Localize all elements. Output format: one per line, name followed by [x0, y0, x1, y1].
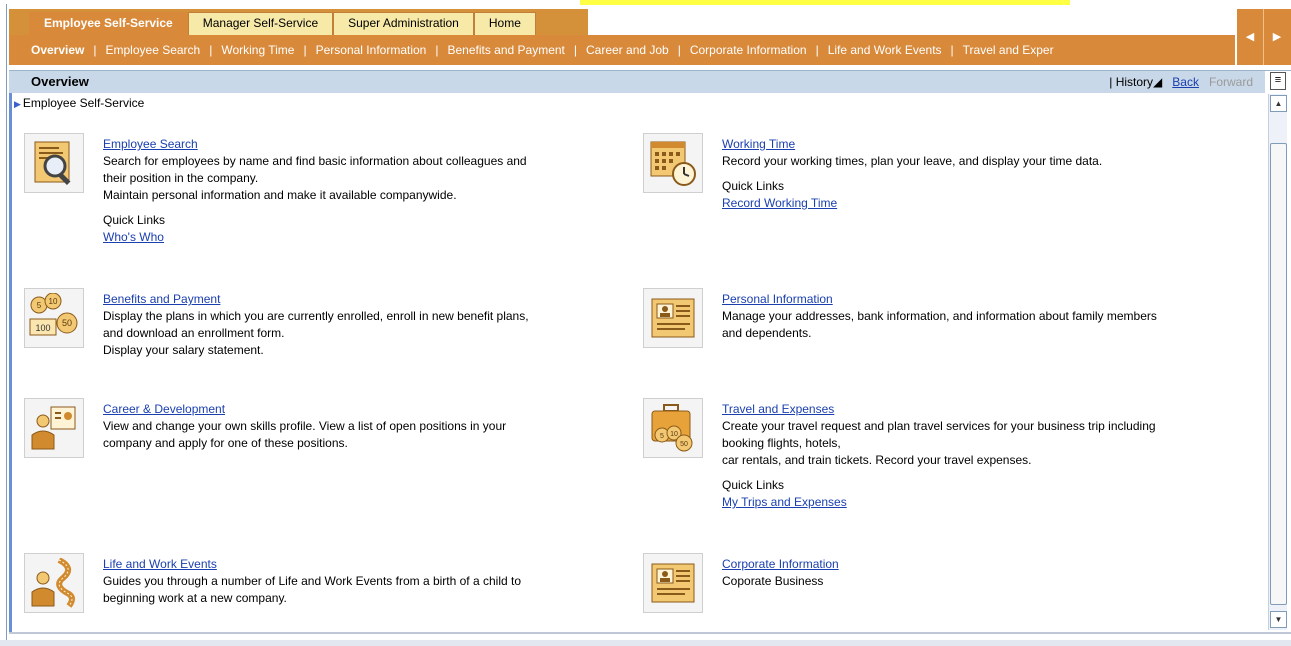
tab-super-administration[interactable]: Super Administration — [333, 12, 474, 35]
personal-information-link[interactable]: Personal Information — [722, 291, 1242, 308]
breadcrumb-label: Employee Self-Service — [22, 96, 145, 110]
subnav-working-time[interactable]: Working Time — [221, 43, 294, 57]
career-and-development-description: View and change your own skills profile.… — [103, 419, 507, 450]
travel-and-expenses-description: Create your travel request and plan trav… — [722, 419, 1156, 467]
benefits-and-payment-description: Display the plans in which you are curre… — [103, 309, 529, 357]
page-menu-icon[interactable]: ≡ — [1270, 72, 1286, 90]
expand-triangle-icon[interactable]: ▶ — [14, 99, 21, 109]
life-and-work-events-description: Guides you through a number of Life and … — [103, 574, 522, 605]
top-level-nav: Employee Self-Service Manager Self-Servi… — [9, 9, 1235, 35]
corporate-information-description: Coporate Business — [722, 574, 824, 588]
employee-search-description: Search for employees by name and find ba… — [103, 154, 527, 202]
svg-text:100: 100 — [35, 323, 50, 333]
subnav-life-and-work-events[interactable]: Life and Work Events — [828, 43, 942, 57]
employee-search-link[interactable]: Employee Search — [103, 136, 623, 153]
breadcrumb: ▶ Employee Self-Service — [14, 96, 144, 110]
history-label: History — [1115, 75, 1154, 89]
left-stripe — [9, 93, 12, 633]
history-dropdown[interactable]: History◢ — [1116, 75, 1163, 89]
whos-who-link[interactable]: Who's Who — [103, 229, 623, 246]
life-and-work-events-link[interactable]: Life and Work Events — [103, 556, 623, 573]
nav-scroll-arrows: ◀ ▶ — [1237, 9, 1291, 65]
quick-links-label: Quick Links — [722, 478, 785, 492]
separator: | — [303, 43, 307, 57]
vertical-scrollbar[interactable]: ▲ ▼ — [1268, 94, 1287, 630]
page-header-bar: Overview | History◢ Back Forward — [9, 71, 1265, 93]
forward-link: Forward — [1208, 75, 1253, 89]
dropdown-corner-icon: ◢ — [1153, 75, 1163, 89]
personal-information-description: Manage your addresses, bank information,… — [722, 309, 1157, 340]
id-card-icon[interactable] — [643, 288, 703, 348]
subnav-personal-information[interactable]: Personal Information — [316, 43, 427, 57]
subnav-travel-and-expenses[interactable]: Travel and Exper — [963, 43, 1054, 57]
tab-home[interactable]: Home — [473, 12, 536, 35]
person-certificate-icon[interactable] — [24, 398, 84, 458]
record-working-time-link[interactable]: Record Working Time — [722, 195, 1242, 212]
scroll-left-icon[interactable]: ◀ — [1237, 9, 1264, 65]
divider — [9, 632, 1291, 634]
separator: | — [677, 43, 681, 57]
scroll-up-icon[interactable]: ▲ — [1270, 95, 1287, 112]
scroll-right-icon[interactable]: ▶ — [1264, 9, 1290, 65]
detailed-nav: Overview | Employee Search | Working Time | Pe… — [9, 35, 1235, 65]
suitcase-icon[interactable]: 5 10 50 — [643, 398, 703, 458]
back-link[interactable]: Back — [1172, 75, 1199, 89]
svg-text:50: 50 — [62, 318, 72, 328]
subnav-overview[interactable]: Overview — [31, 43, 84, 57]
benefits-and-payment-link[interactable]: Benefits and Payment — [103, 291, 623, 308]
status-strip — [0, 640, 1291, 646]
subnav-career-and-job[interactable]: Career and Job — [586, 43, 669, 57]
subnav-benefits-and-payment[interactable]: Benefits and Payment — [447, 43, 564, 57]
svg-text:5: 5 — [37, 301, 42, 310]
quick-links-label: Quick Links — [103, 213, 166, 227]
svg-text:50: 50 — [680, 441, 688, 448]
travel-and-expenses-link[interactable]: Travel and Expenses — [722, 401, 1242, 418]
coins-icon[interactable]: 5 10 100 50 — [24, 288, 84, 348]
separator: | — [815, 43, 819, 57]
subnav-employee-search[interactable]: Employee Search — [106, 43, 201, 57]
scrollbar-thumb[interactable] — [1270, 143, 1287, 605]
history-nav: | History◢ Back Forward — [1109, 75, 1253, 89]
separator: | — [209, 43, 213, 57]
separator: | — [93, 43, 97, 57]
calendar-clock-icon[interactable] — [643, 133, 703, 193]
scroll-down-icon[interactable]: ▼ — [1270, 611, 1287, 628]
separator: | — [435, 43, 439, 57]
working-time-link[interactable]: Working Time — [722, 136, 1242, 153]
career-and-development-link[interactable]: Career & Development — [103, 401, 623, 418]
svg-text:10: 10 — [49, 297, 58, 306]
separator: | — [950, 43, 954, 57]
subnav-corporate-information[interactable]: Corporate Information — [690, 43, 807, 57]
tab-bar-blank — [588, 9, 1235, 35]
svg-text:10: 10 — [670, 431, 678, 438]
my-trips-and-expenses-link[interactable]: My Trips and Expenses — [722, 494, 1242, 511]
page-title: Overview — [31, 74, 89, 89]
svg-text:5: 5 — [660, 433, 664, 440]
id-card-icon[interactable] — [643, 553, 703, 613]
magnifier-document-icon[interactable] — [24, 133, 84, 193]
corporate-information-link[interactable]: Corporate Information — [722, 556, 1242, 573]
person-path-icon[interactable] — [24, 553, 84, 613]
tab-employee-self-service[interactable]: Employee Self-Service — [29, 12, 188, 35]
separator: | — [573, 43, 577, 57]
quick-links-label: Quick Links — [722, 179, 785, 193]
working-time-description: Record your working times, plan your lea… — [722, 154, 1103, 168]
tab-manager-self-service[interactable]: Manager Self-Service — [187, 12, 334, 35]
